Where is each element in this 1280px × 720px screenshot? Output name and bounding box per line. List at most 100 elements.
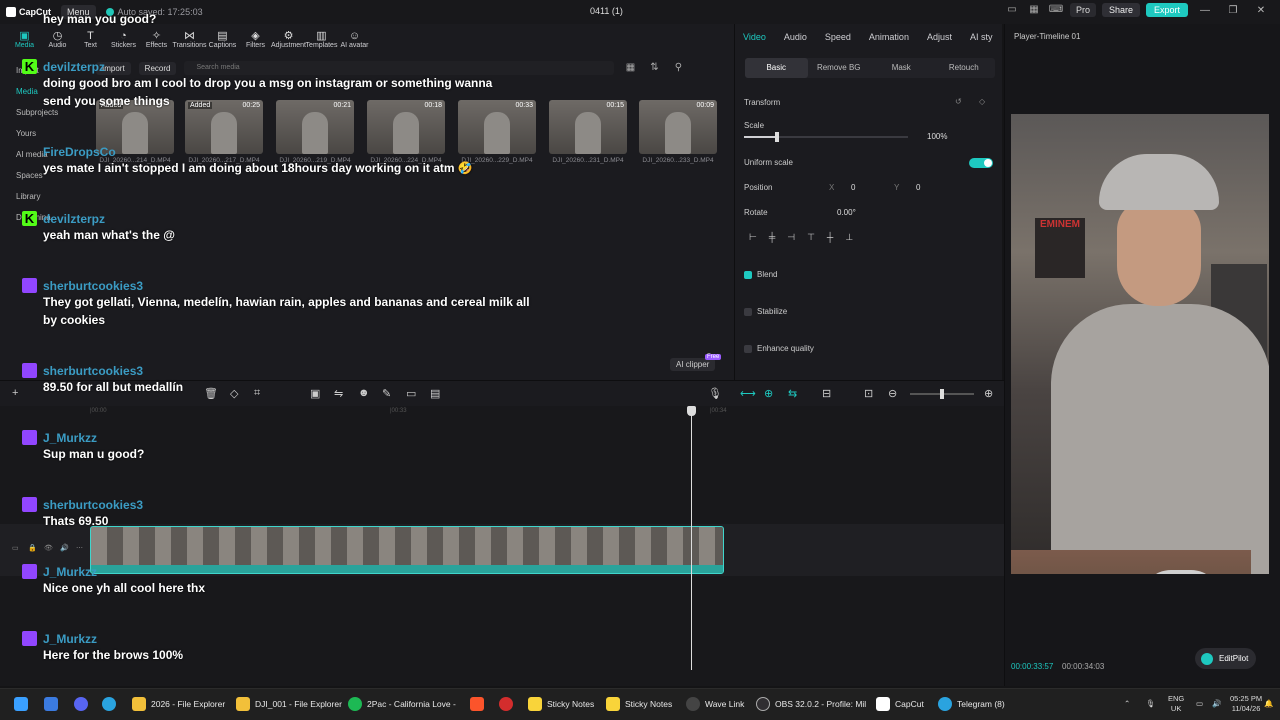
uniform-scale-toggle[interactable]	[969, 158, 993, 168]
import-button[interactable]: Import	[96, 61, 131, 75]
stabilize-label[interactable]: Stabilize	[757, 307, 787, 316]
tool-filters[interactable]: ◈ Filters	[239, 24, 272, 54]
align-left-icon[interactable]: ⊢	[749, 232, 757, 246]
tool-stickers[interactable]: ◔ Stickers	[107, 24, 140, 54]
taskbar-wave-link[interactable]: Wave Link	[686, 697, 744, 711]
subtab-remove-bg[interactable]: Remove BG	[808, 58, 871, 78]
media-clip[interactable]: 00:15 DJI_20260...231_D.MP4	[549, 100, 627, 164]
tool-media[interactable]: ▣ Media	[8, 24, 41, 54]
taskbar-app[interactable]	[102, 697, 116, 711]
nav-ai-media[interactable]: AI media	[8, 144, 84, 165]
track-more-icon[interactable]: ⋯	[76, 544, 83, 552]
media-clip[interactable]: 00:09 DJI_20260...233_D.MP4	[639, 100, 717, 164]
media-clip[interactable]: 00:33 DJI_20260...229_D.MP4	[458, 100, 536, 164]
align-top-icon[interactable]: ⊤	[807, 232, 815, 246]
tool-templates[interactable]: ▥ Templates	[305, 24, 338, 54]
taskbar-file-explorer[interactable]: 2026 - File Explorer	[132, 697, 225, 711]
tool-text[interactable]: T Text	[74, 24, 107, 54]
scale-slider[interactable]	[744, 132, 908, 142]
media-clip[interactable]: Added DJI_20260...214_D.MP4	[96, 100, 174, 164]
taskbar-file-explorer[interactable]: DJI_001 - File Explorer	[236, 697, 342, 711]
mirror-icon[interactable]: ⇋	[334, 387, 343, 400]
tab-animation[interactable]: Animation	[869, 32, 909, 42]
notification-icon[interactable]: 🔔	[1264, 699, 1273, 709]
visibility-icon[interactable]: 👁	[44, 544, 53, 552]
layout-icon[interactable]: ▭	[1004, 3, 1020, 17]
align-middle-icon[interactable]: ┼	[827, 232, 833, 246]
scale-value[interactable]: 100%	[927, 132, 947, 141]
align-bottom-icon[interactable]: ⊥	[845, 232, 853, 246]
freeze-icon[interactable]: ▣	[310, 387, 320, 400]
nav-media[interactable]: Media	[8, 81, 84, 102]
marker-icon[interactable]: ◇	[230, 387, 238, 400]
nav-subprojects[interactable]: Subprojects	[8, 102, 84, 123]
video-preview[interactable]: EMINEM	[1011, 114, 1269, 574]
nav-library[interactable]: Library	[8, 186, 84, 207]
taskbar-spotify[interactable]: 2Pac - California Love -	[348, 697, 456, 711]
crop-icon[interactable]: ⌗	[254, 387, 260, 400]
scale-slider-knob[interactable]	[775, 132, 779, 142]
keyframe-icon[interactable]: ◇	[979, 97, 985, 106]
language-indicator[interactable]: ENG UK	[1168, 694, 1184, 714]
taskbar-capcut[interactable]: CapCut	[876, 697, 924, 711]
reset-icon[interactable]: ↺	[955, 97, 962, 106]
align-right-icon[interactable]: ⊣	[787, 232, 795, 246]
microphone-icon[interactable]: 🎙	[708, 387, 722, 400]
nav-dreamina[interactable]: Dreamina	[8, 207, 84, 228]
maximize-icon[interactable]: ❐	[1222, 5, 1244, 16]
rotate-input[interactable]: 0.00°	[837, 208, 856, 217]
snap-icon[interactable]: ⇆	[788, 387, 797, 400]
export-button[interactable]: Export	[1145, 3, 1188, 17]
mute-icon[interactable]: 🔊	[60, 544, 69, 552]
tool-captions[interactable]: ▤ Captions	[206, 24, 239, 54]
taskbar-app[interactable]	[499, 697, 513, 711]
magnet-icon[interactable]: ⊕	[764, 387, 773, 400]
preview-axis-icon[interactable]: ⊡	[864, 387, 873, 400]
tray-mic-icon[interactable]: 🎙	[1146, 699, 1156, 709]
taskbar-app[interactable]	[74, 697, 88, 711]
align-center-icon[interactable]: ╪	[769, 232, 775, 246]
volume-icon[interactable]: 🔊	[1212, 699, 1221, 709]
timeline-ruler[interactable]: |00:00 |00:33 |00:34	[90, 408, 990, 418]
pos-x-input[interactable]: 0	[851, 183, 855, 192]
blend-label[interactable]: Blend	[757, 270, 777, 279]
close-icon[interactable]: ✕	[1250, 5, 1272, 16]
menu-button[interactable]: Menu	[61, 5, 96, 19]
transform-section-label[interactable]: Transform	[744, 98, 780, 107]
tool-effects[interactable]: ✧ Effects	[140, 24, 173, 54]
zoom-slider[interactable]	[910, 389, 974, 399]
taskbar-app[interactable]	[44, 697, 58, 711]
clock[interactable]: 05:25 PM 11/04/26	[1230, 694, 1262, 714]
pos-y-input[interactable]: 0	[916, 183, 920, 192]
search-input[interactable]: Search media	[184, 61, 615, 75]
playhead[interactable]	[687, 406, 696, 670]
blend-checkbox[interactable]	[744, 271, 752, 279]
subtab-mask[interactable]: Mask	[870, 58, 933, 78]
zoom-out-icon[interactable]: ⊖	[888, 387, 897, 400]
nav-yours[interactable]: Yours	[8, 123, 84, 144]
nav-spaces[interactable]: Spaces	[8, 165, 84, 186]
stabilize-checkbox[interactable]	[744, 308, 752, 316]
grid-icon[interactable]: ▦	[1026, 3, 1042, 17]
start-button[interactable]	[14, 697, 28, 711]
resize-icon[interactable]: ▭	[406, 387, 416, 400]
media-clip[interactable]: Added 00:25 DJI_20260...217_D.MP4	[185, 100, 263, 164]
taskbar-sticky-notes[interactable]: Sticky Notes	[528, 697, 594, 711]
tool-transitions[interactable]: ⋈ Transitions	[173, 24, 207, 54]
taskbar-app[interactable]	[470, 697, 484, 711]
sort-icon[interactable]: ⇅	[646, 61, 662, 75]
pro-button[interactable]: Pro	[1069, 3, 1096, 17]
tab-speed[interactable]: Speed	[825, 32, 851, 42]
tool-audio[interactable]: ◷ Audio	[41, 24, 74, 54]
media-clip[interactable]: 00:18 DJI_20260...224_D.MP4	[367, 100, 445, 164]
video-clip[interactable]	[90, 526, 724, 574]
ai-wand-icon[interactable]: ✎	[382, 387, 391, 400]
nav-import[interactable]: Import	[8, 60, 84, 81]
tab-video[interactable]: Video	[743, 32, 766, 42]
keyboard-icon[interactable]: ⌨	[1048, 3, 1064, 17]
tool-ai-avatar[interactable]: ☺ AI avatar	[338, 24, 371, 54]
filter-icon[interactable]: ⚲	[670, 61, 686, 75]
tab-ai-style[interactable]: AI sty	[970, 32, 993, 42]
subtab-basic[interactable]: Basic	[745, 58, 808, 78]
share-button[interactable]: Share	[1101, 3, 1140, 17]
